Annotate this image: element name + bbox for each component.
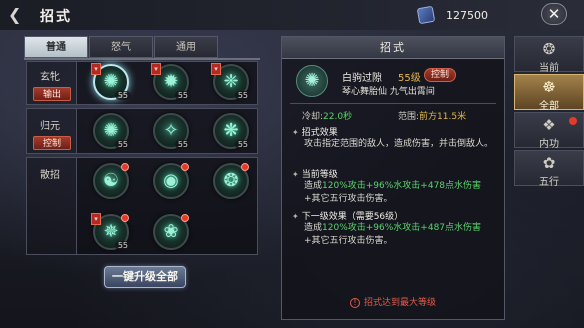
- text-suffix: +其它五行攻击伤害。: [304, 194, 393, 204]
- stat-value: +96%水攻击: [365, 223, 421, 233]
- next-level-title: 下一级效果（需要56级）: [292, 209, 403, 222]
- current-level-text: 造成120%攻击+96%水攻击+478点水伤害 +其它五行攻击伤害。: [304, 180, 494, 206]
- skill-level: 55: [174, 140, 191, 149]
- row-badge: 输出: [33, 87, 71, 101]
- current-level-title: 当前等级: [292, 167, 338, 180]
- skill-level: 55: [114, 91, 131, 100]
- tab-common[interactable]: 通用: [154, 36, 218, 58]
- skill-level-text: 55级: [398, 73, 421, 84]
- row-badge: 控制: [33, 136, 71, 150]
- nav-label: 当前: [539, 63, 559, 74]
- range: 范围:前方11.5米: [398, 109, 466, 122]
- skill-name: 白驹过隙: [342, 73, 382, 84]
- skill-slot[interactable]: ☯: [93, 163, 129, 199]
- skill-row-sanzhao: 散招 ☯ ◉ ❂ ✵ ▾ 55 ❀: [26, 157, 258, 255]
- all-icon: ☸: [542, 78, 556, 96]
- text-prefix: 造成: [304, 181, 323, 191]
- skill-level: 55: [114, 241, 131, 250]
- currency-display: 127500: [416, 5, 488, 25]
- effect-title: 招式效果: [292, 125, 338, 138]
- current-icon: ❂: [542, 40, 556, 58]
- skill-slot[interactable]: ❈ ▾ 55: [211, 63, 251, 100]
- skill-slot[interactable]: ❋ 55: [213, 113, 251, 149]
- skill-slot[interactable]: ✹ ▾ 55: [151, 63, 191, 100]
- range-label: 范围:: [398, 112, 420, 122]
- currency-value: 127500: [446, 8, 488, 22]
- range-value: 前方11.5米: [419, 112, 467, 122]
- skill-slot[interactable]: ✺ ▾ 55: [91, 63, 131, 100]
- stat-value: 120%攻击: [322, 181, 366, 191]
- nav-five-elements[interactable]: ✿ 五行: [514, 150, 584, 188]
- text-prefix: 造成: [304, 223, 323, 233]
- nav-label: 五行: [539, 177, 559, 188]
- skill-row-xuanpin: 玄牝 输出 ✺ ▾ 55 ✹ ▾ 55 ❈ ▾ 55: [26, 61, 258, 105]
- skill-slot[interactable]: ✺ 55: [93, 113, 131, 149]
- divider: [290, 103, 496, 104]
- max-level-text: 招式达到最大等级: [363, 298, 436, 308]
- skill-slot[interactable]: ❀: [153, 214, 189, 250]
- stat-value: +478点水伤害: [420, 181, 482, 191]
- tag-icon: ▾: [91, 213, 101, 225]
- skill-slot[interactable]: ✵ ▾ 55: [91, 213, 131, 250]
- skill-wind-icon: ✺: [296, 65, 328, 97]
- skill-level: 55: [114, 140, 131, 149]
- cooldown-value: 22.0秒: [323, 112, 353, 122]
- tag-icon: ▾: [151, 63, 161, 75]
- skill-detail-panel: 招式 ✺ 白驹过隙 55级 控制 琴心舞胎仙 九气出霄间 冷却:22.0秒 范围…: [281, 36, 505, 320]
- row-label: 散招: [40, 170, 60, 181]
- notification-dot: [241, 163, 249, 171]
- effect-text: 攻击指定范围的敌人，造成伤害，并击倒敌人。: [304, 139, 494, 149]
- close-icon[interactable]: ✕: [541, 3, 567, 25]
- skill-row-guiyuan: 归元 控制 ✺ 55 ✧ 55 ❋ 55: [26, 108, 258, 154]
- stat-value: 120%攻击: [322, 223, 366, 233]
- notification-dot: [121, 214, 129, 222]
- skill-verse: 琴心舞胎仙 九气出霄间: [342, 87, 435, 97]
- skill-slot[interactable]: ❂: [213, 163, 249, 199]
- max-level-note: ! 招式达到最大等级: [282, 295, 504, 308]
- tag-icon: ▾: [91, 63, 101, 75]
- tag-icon: ▾: [211, 63, 221, 75]
- tab-divider: [24, 58, 260, 60]
- next-level-text: 造成120%攻击+96%水攻击+487点水伤害 +其它五行攻击伤害。: [304, 222, 494, 248]
- skill-level: 55: [234, 140, 251, 149]
- skill-type-badge: 控制: [424, 68, 456, 82]
- row-skills: ✺ 55 ✧ 55 ❋ 55: [76, 109, 257, 153]
- stat-value: +487点水伤害: [420, 223, 482, 233]
- cooldown: 冷却:22.0秒: [302, 109, 352, 122]
- detail-header: 招式: [282, 37, 504, 59]
- tab-rage[interactable]: 怒气: [89, 36, 153, 58]
- skill-level: 55: [174, 91, 191, 100]
- row-label: 归元: [40, 121, 60, 132]
- nav-label: 全部: [539, 101, 559, 112]
- back-arrow-icon[interactable]: ❮: [8, 6, 28, 24]
- nav-current[interactable]: ❂ 当前: [514, 36, 584, 74]
- notification-dot: [181, 163, 189, 171]
- category-tabs: 普通 怒气 通用: [24, 36, 260, 58]
- row-label: 玄牝: [40, 72, 60, 83]
- notification-dot: [121, 163, 129, 171]
- page-title: 招式: [40, 9, 72, 25]
- cooldown-label: 冷却:: [302, 112, 324, 122]
- skill-slot[interactable]: ✧ 55: [153, 113, 191, 149]
- skill-level: 55: [234, 91, 251, 100]
- nav-inner-power[interactable]: ❖ 内功: [514, 112, 584, 150]
- nav-label: 内功: [539, 139, 559, 150]
- upgrade-all-button[interactable]: 一键升级全部: [104, 266, 186, 288]
- tab-normal[interactable]: 普通: [24, 36, 88, 58]
- top-bar: ❮ 招式 127500 ✕: [0, 0, 584, 30]
- row-skills: ✺ ▾ 55 ✹ ▾ 55 ❈ ▾ 55: [76, 62, 257, 104]
- nav-all[interactable]: ☸ 全部: [514, 74, 584, 112]
- skill-slot[interactable]: ◉: [153, 163, 189, 199]
- text-suffix: +其它五行攻击伤害。: [304, 236, 393, 246]
- warning-icon: !: [349, 298, 360, 308]
- book-currency-icon: [416, 5, 436, 25]
- row-skills: ☯ ◉ ❂ ✵ ▾ 55 ❀: [76, 158, 257, 254]
- notification-dot: [569, 117, 577, 125]
- stat-value: +96%水攻击: [365, 181, 421, 191]
- notification-dot: [181, 214, 189, 222]
- five-elements-icon: ✿: [542, 154, 556, 172]
